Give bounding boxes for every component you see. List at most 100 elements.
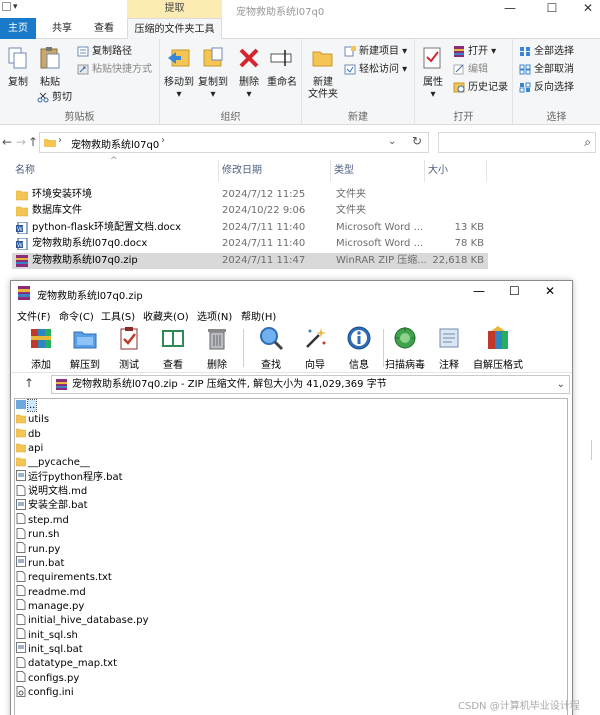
minimize-button[interactable]: — [473,284,485,298]
maximize-button[interactable]: ☐ [534,0,570,18]
menu-help[interactable]: 帮助(H) [241,308,276,323]
file-row[interactable]: 数据库文件 2024/10/22 9:06 文件夹 [12,203,488,219]
file-row[interactable]: 环境安装环境 2024/7/12 11:25 文件夹 [12,187,488,203]
tool-comment-button[interactable]: 注释 [427,325,471,371]
paste-shortcut-button[interactable]: 粘贴快捷方式 [77,63,152,77]
archive-list-item[interactable]: run.py [16,542,60,557]
archive-list-item[interactable]: api [16,442,43,456]
move-to-button[interactable]: 移动到 ▾ [162,45,196,101]
batch-file-icon [16,470,26,482]
archive-list-item[interactable]: 运行python程序.bat [16,470,123,485]
minimize-button[interactable]: — [492,0,528,18]
move-to-icon [168,49,190,67]
archive-list-item[interactable]: readme.md [16,585,86,600]
file-row[interactable]: 宠物救助系统l07q0.zip 2024/7/11 11:47 WinRAR ZIP… [12,253,488,269]
delete-button[interactable]: 删除 ▾ [235,45,263,101]
archive-list-item[interactable]: requirements.txt [16,570,112,585]
copy-to-button[interactable]: 复制到 ▾ [196,45,230,101]
invert-selection-button[interactable]: 反向选择 [519,81,574,95]
address-bar[interactable]: › 宠物救助系统l07q0 › ⌄ ↻ [39,132,429,153]
winrar-app-icon [18,286,30,300]
archive-list-item[interactable]: db [16,428,41,442]
up-arrow-icon[interactable]: ↑ [24,376,34,390]
menu-file[interactable]: 文件(F) [17,308,51,323]
up-arrow-icon[interactable]: ↑ [26,133,40,151]
scrollbar[interactable] [591,440,600,460]
menu-tools[interactable]: 工具(S) [101,308,135,323]
tool-find-button[interactable]: 查找 [249,325,293,371]
column-type[interactable]: 类型 [331,160,425,182]
dropdown-chevron-icon[interactable]: ⌄ [557,376,565,393]
refresh-icon[interactable]: ↻ [412,134,422,148]
breadcrumb-current[interactable]: 宠物救助系统l07q0 [71,136,159,151]
archive-path-text: 宠物救助系统l07q0.zip - ZIP 压缩文件, 解包大小为 41,029… [72,379,387,390]
tool-add-button[interactable]: 添加 [19,325,63,371]
tool-info-button[interactable]: 信息 [337,325,381,371]
archive-list-item[interactable]: run.bat [16,556,64,571]
edit-icon [453,64,464,74]
copy-path-button[interactable]: 复制路径 [77,45,132,59]
search-input[interactable]: ⌕ [438,132,596,153]
quick-access-toolbar[interactable]: ▾ [2,2,30,15]
select-all-button[interactable]: 全部选择 [519,45,574,59]
archive-list-item[interactable]: datatype_map.txt [16,656,117,671]
tab-view[interactable]: 查看 [86,18,122,39]
tool-test-button[interactable]: 测试 [107,325,151,371]
winrar-small-icon [454,45,464,57]
archive-list-item[interactable]: .. [16,399,38,413]
archive-list-item[interactable]: run.sh [16,527,60,542]
menu-favorites[interactable]: 收藏夹(O) [143,308,189,323]
column-size[interactable]: 大小 [425,160,487,182]
file-row[interactable]: Wpython-flask环境配置文档.docx 2024/7/11 11:40 M… [12,220,488,236]
archive-list-item[interactable]: __pycache__ [16,456,90,470]
close-button[interactable]: ✕ [570,0,600,18]
archive-list-item[interactable]: manage.py [16,599,84,614]
tab-compressed-folder-tools[interactable]: 压缩的文件夹工具 [127,18,222,39]
archive-list-item[interactable]: init_sql.bat [16,642,83,657]
tool-virus-scan-button[interactable]: 扫描病毒 [377,325,433,371]
menu-options[interactable]: 选项(N) [197,308,232,323]
dropdown-chevron-icon[interactable]: ⌄ [388,136,396,147]
archive-path-field[interactable]: 宠物救助系统l07q0.zip - ZIP 压缩文件, 解包大小为 41,029… [51,375,570,394]
file-date: 2024/7/11 11:40 [222,222,306,233]
menu-commands[interactable]: 命令(C) [59,308,94,323]
history-button[interactable]: 历史记录 [453,81,508,95]
edit-button[interactable]: 编辑 [453,63,488,77]
paste-button[interactable]: 粘贴 [36,45,64,89]
maximize-button[interactable]: ☐ [509,284,520,298]
new-item-button[interactable]: 新建项目 ▾ [344,45,407,59]
open-group: 属性 ▾ 打开 ▾ 编辑 历史记录 打开 [415,39,513,125]
column-date[interactable]: 修改日期 [219,160,331,182]
select-none-icon [519,64,531,74]
open-button[interactable]: 打开 ▾ [453,45,496,59]
batch-file-icon [16,498,26,510]
tool-extract-button[interactable]: 解压到 [63,325,107,371]
back-arrow-icon[interactable]: ← [0,133,14,151]
archive-list-item[interactable]: initial_hive_database.py [16,613,149,628]
archive-list-item[interactable]: 安装全部.bat [16,498,88,513]
tool-delete-button[interactable]: 删除 [195,325,239,371]
new-folder-button[interactable]: 新建 文件夹 [306,45,340,101]
copy-button[interactable]: 复制 [4,45,32,89]
file-row[interactable]: W 宠物救助系统l07q0.docx 2024/7/11 11:40 Microsof… [12,236,488,252]
archive-list-item[interactable]: init_sql.sh [16,628,78,643]
tool-wizard-button[interactable]: 向导 [293,325,337,371]
tab-share[interactable]: 共享 [44,18,80,39]
archive-list-item[interactable]: 说明文档.md [16,484,87,499]
tab-home[interactable]: 主页 [0,18,36,39]
tool-view-button[interactable]: 查看 [151,325,195,371]
tool-sfx-button[interactable]: 自解压格式 [469,325,527,371]
select-none-button[interactable]: 全部取消 [519,63,574,77]
cut-button[interactable]: 剪切 [37,91,72,105]
properties-button[interactable]: 属性 ▾ [419,45,447,101]
easy-access-button[interactable]: 轻松访问 ▾ [344,63,407,77]
rename-button[interactable]: 重命名 [264,45,300,89]
archive-list-item[interactable]: step.md [16,513,69,528]
close-button[interactable]: ✕ [545,284,555,298]
test-clipboard-icon [120,327,138,350]
select-all-icon [520,46,530,56]
archive-list-item[interactable]: config.ini [16,685,74,700]
archive-list-item[interactable]: configs.py [16,671,79,686]
archive-list-item[interactable]: utils [16,413,49,427]
tool-sfx-label: 自解压格式 [473,360,523,371]
